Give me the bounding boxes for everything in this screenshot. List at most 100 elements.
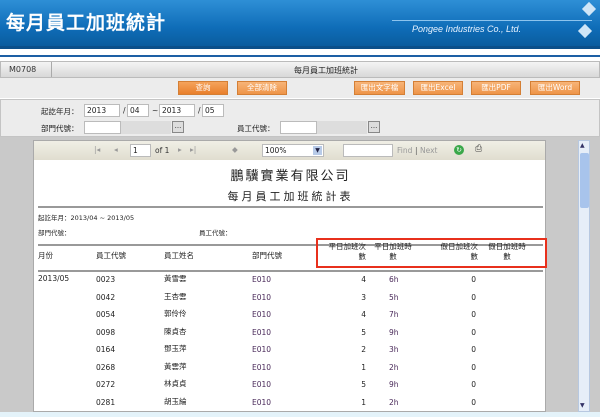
- col-header-dept: 部門代號: [252, 251, 282, 260]
- row-hd-count: 0: [471, 275, 476, 284]
- period-label: 起訖年月：: [41, 107, 79, 116]
- separator: ~: [152, 106, 159, 115]
- divider: [0, 55, 600, 57]
- row-name: 黃雲萍: [164, 361, 187, 371]
- export-word-button[interactable]: 匯出Word: [530, 81, 580, 95]
- row-wd-hours: 9h: [389, 380, 399, 389]
- to-month-input[interactable]: 05: [202, 104, 224, 117]
- next-link[interactable]: Next: [420, 146, 437, 155]
- row-dept: E010: [252, 275, 272, 284]
- row-hd-count: 0: [471, 310, 476, 319]
- row-wd-count: 4: [361, 275, 366, 284]
- title-bar: M0708 每月員工加班統計: [0, 61, 600, 78]
- separator: /: [198, 106, 201, 115]
- row-hd-count: 0: [471, 327, 476, 337]
- export-excel-button[interactable]: 匯出Excel: [413, 81, 463, 95]
- scrollbar[interactable]: ▲ ▼: [578, 140, 590, 412]
- row-dept: E010: [252, 380, 272, 389]
- emp-name-display: [317, 121, 367, 134]
- app-title: 每月員工加班統計: [6, 12, 167, 34]
- row-wd-count: 5: [361, 380, 366, 389]
- page-input[interactable]: 1: [130, 144, 151, 157]
- row-wd-count: 4: [361, 310, 366, 319]
- query-button[interactable]: 查詢: [178, 81, 228, 95]
- row-wd-count: 3: [361, 292, 366, 302]
- print-icon[interactable]: ⎙: [475, 144, 482, 154]
- report-emp: 員工代號：: [199, 229, 232, 237]
- row-id: 0272: [96, 380, 116, 389]
- row-dept: E010: [252, 327, 272, 337]
- row-hd-count: 0: [471, 380, 476, 389]
- report-period: 起訖年月：2013/04 ~ 2013/05: [38, 214, 135, 222]
- divider: [38, 270, 543, 272]
- emp-label: 員工代號：: [237, 124, 275, 133]
- highlight-box: [316, 238, 547, 268]
- zoom-value: 100%: [265, 146, 287, 155]
- col-header-month: 月份: [38, 251, 53, 260]
- viewer-toolbar: |◂ ◂ 1 of 1 ▸ ▸| ◆ 100% ▼ Find | Next ↻ ⎙: [34, 141, 545, 160]
- page-count: of 1: [155, 146, 170, 155]
- from-year-input[interactable]: 2013: [84, 104, 120, 117]
- row-id: 0281: [96, 397, 116, 407]
- row-wd-hours: 2h: [389, 397, 399, 407]
- export-pdf-button[interactable]: 匯出PDF: [471, 81, 521, 95]
- row-id: 0098: [96, 327, 116, 337]
- row-name: 王杏雲: [164, 291, 187, 301]
- col-header-emp-name: 員工姓名: [164, 251, 194, 260]
- logo-decor-icon: [581, 1, 597, 17]
- find-link[interactable]: Find: [397, 146, 412, 155]
- from-month-input[interactable]: 04: [127, 104, 149, 117]
- row-id: 0054: [96, 310, 116, 319]
- app-header: 每月員工加班統計 Pongee Industries Co., Ltd.: [0, 0, 600, 49]
- row-hd-count: 0: [471, 292, 476, 302]
- row-hd-count: 0: [471, 345, 476, 354]
- next-page-icon[interactable]: ▸: [178, 145, 182, 154]
- dept-name-display: [121, 121, 171, 134]
- dept-label: 部門代號：: [41, 124, 79, 133]
- col-header-emp-id: 員工代號: [96, 251, 126, 260]
- find-input[interactable]: [343, 144, 393, 157]
- emp-browse-button[interactable]: ...: [368, 121, 380, 133]
- chevron-down-icon[interactable]: ▼: [313, 146, 322, 155]
- report-title: 每月員工加班統計表: [227, 190, 354, 203]
- footer-strip: [0, 412, 600, 417]
- row-dept: E010: [252, 310, 272, 319]
- filter-panel: 起訖年月： 2013 / 04 ~ 2013 / 05 部門代號： ... 員工…: [0, 99, 600, 137]
- row-name: 陳貞杏: [164, 326, 187, 336]
- row-dept: E010: [252, 345, 272, 354]
- clear-button[interactable]: 全部清除: [237, 81, 287, 95]
- last-page-icon[interactable]: ▸|: [190, 145, 196, 154]
- separator: |: [415, 146, 418, 155]
- refresh-icon[interactable]: ↻: [454, 145, 464, 155]
- row-wd-hours: 6h: [389, 275, 399, 284]
- scroll-down-icon[interactable]: ▼: [580, 402, 585, 409]
- row-wd-hours: 7h: [389, 310, 399, 319]
- report-viewer: |◂ ◂ 1 of 1 ▸ ▸| ◆ 100% ▼ Find | Next ↻ ⎙…: [33, 140, 546, 412]
- button-row: 查詢 全部清除 匯出文字檔 匯出Excel 匯出PDF 匯出Word: [0, 78, 600, 98]
- separator: /: [123, 106, 126, 115]
- zoom-select[interactable]: 100% ▼: [262, 144, 324, 157]
- back-icon[interactable]: ◆: [232, 145, 238, 154]
- row-name: 鄧玉萍: [164, 344, 187, 353]
- scroll-up-icon[interactable]: ▲: [580, 142, 585, 149]
- row-id: 0268: [96, 362, 116, 372]
- row-wd-hours: 2h: [389, 362, 399, 372]
- program-code: M0708: [9, 65, 37, 74]
- row-dept: E010: [252, 362, 272, 372]
- month-cell: 2013/05: [38, 274, 70, 283]
- export-text-button[interactable]: 匯出文字檔: [354, 81, 405, 95]
- row-id: 0042: [96, 292, 116, 302]
- prev-page-icon[interactable]: ◂: [114, 145, 118, 154]
- emp-code-input[interactable]: [280, 121, 317, 134]
- dept-code-input[interactable]: [84, 121, 121, 134]
- dept-browse-button[interactable]: ...: [172, 121, 184, 133]
- row-name: 郭伶伶: [164, 309, 187, 318]
- first-page-icon[interactable]: |◂: [94, 145, 100, 154]
- row-wd-count: 1: [361, 397, 366, 407]
- row-wd-count: 2: [361, 345, 366, 354]
- to-year-input[interactable]: 2013: [159, 104, 195, 117]
- row-name: 林貞貞: [164, 379, 187, 388]
- row-wd-count: 1: [361, 362, 366, 372]
- row-dept: E010: [252, 397, 272, 407]
- scroll-thumb[interactable]: [580, 153, 589, 208]
